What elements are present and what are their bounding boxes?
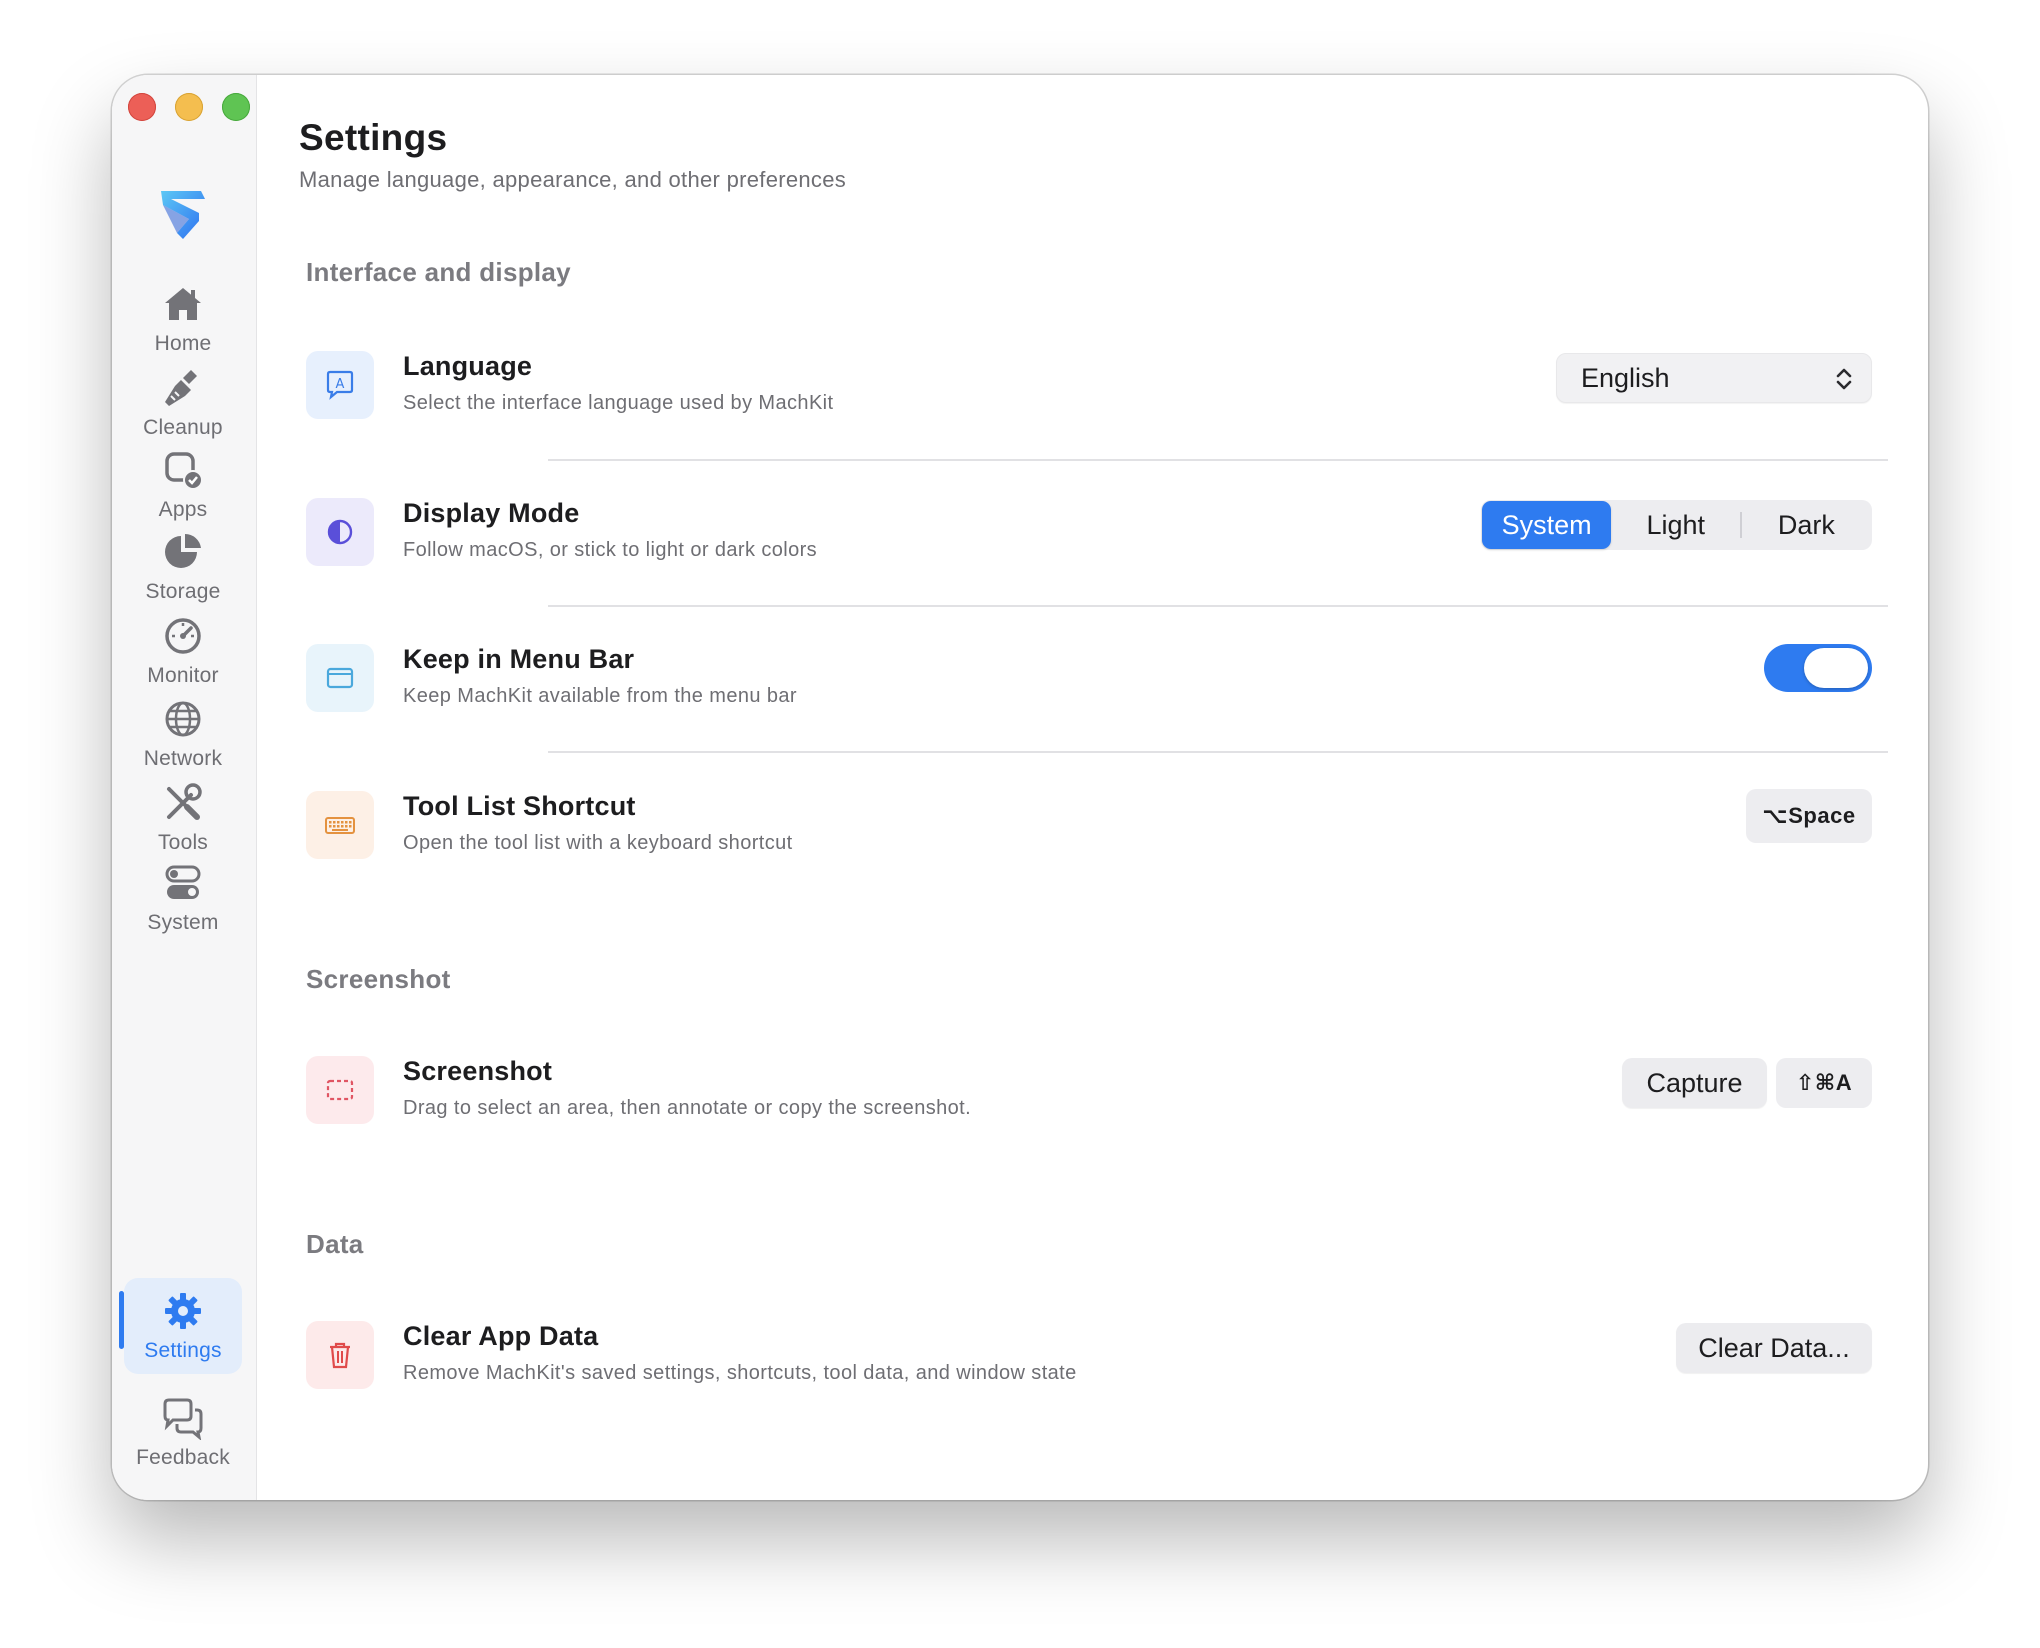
settings-pane: Settings Manage language, appearance, an… xyxy=(258,75,1928,1500)
dashed-selection-icon xyxy=(306,1056,374,1124)
language-bubble-icon: A xyxy=(306,351,374,419)
sidebar-item-label: System xyxy=(147,911,219,934)
capture-button[interactable]: Capture xyxy=(1622,1058,1767,1108)
sidebar-item-monitor[interactable]: Monitor xyxy=(124,603,242,699)
clear-data-button[interactable]: Clear Data... xyxy=(1676,1323,1872,1373)
tool-list-shortcut-recorder[interactable]: ⌥Space xyxy=(1746,789,1872,843)
app-logo xyxy=(161,191,205,239)
menu-bar-row: Keep in Menu Bar Keep MachKit available … xyxy=(306,634,1880,726)
zoom-button[interactable] xyxy=(222,93,250,121)
display-mode-option-system[interactable]: System xyxy=(1482,501,1612,549)
sidebar-item-label: Monitor xyxy=(147,664,219,687)
keyboard-icon xyxy=(306,791,374,859)
tool-list-shortcut-title: Tool List Shortcut xyxy=(403,791,636,821)
clear-app-data-description: Remove MachKit's saved settings, shortcu… xyxy=(403,1362,1077,1384)
sidebar-item-label: Home xyxy=(154,332,212,355)
language-row: A Language Select the interface language… xyxy=(306,341,1880,433)
display-mode-title: Display Mode xyxy=(403,498,580,528)
screenshot-row: Screenshot Drag to select an area, then … xyxy=(306,1046,1880,1138)
tool-list-shortcut-row: Tool List Shortcut Open the tool list wi… xyxy=(306,781,1880,873)
tool-list-shortcut-description: Open the tool list with a keyboard short… xyxy=(403,832,793,854)
trash-icon xyxy=(306,1321,374,1389)
screenshot-shortcut-recorder[interactable]: ⇧⌘A xyxy=(1776,1058,1872,1108)
window-icon xyxy=(306,644,374,712)
sidebar-item-label: Storage xyxy=(145,580,221,603)
sidebar-item-label: Network xyxy=(143,747,223,770)
sidebar-item-network[interactable]: Network xyxy=(124,686,242,782)
half-circle-icon xyxy=(306,498,374,566)
language-title: Language xyxy=(403,351,533,381)
row-divider xyxy=(548,605,1888,607)
language-select-value: English xyxy=(1581,362,1670,393)
display-mode-description: Follow macOS, or stick to light or dark … xyxy=(403,539,818,561)
minimize-button[interactable] xyxy=(175,93,203,121)
row-divider xyxy=(548,751,1888,753)
screenshot-description: Drag to select an area, then annotate or… xyxy=(403,1097,972,1119)
display-mode-row: Display Mode Follow macOS, or stick to l… xyxy=(306,488,1880,580)
sidebar-item-label: Settings xyxy=(144,1339,222,1362)
section-title-interface: Interface and display xyxy=(306,257,571,287)
sidebar: Home Cleanup Apps Storage Monitor Networ… xyxy=(112,75,257,1500)
traffic-lights xyxy=(128,93,250,121)
page-subtitle: Manage language, appearance, and other p… xyxy=(299,167,847,192)
pie-chart-icon xyxy=(165,533,201,568)
display-mode-option-light[interactable]: Light xyxy=(1611,501,1740,549)
broom-icon xyxy=(165,370,197,406)
chevron-up-down-icon xyxy=(1836,368,1852,390)
svg-text:A: A xyxy=(336,377,345,392)
toggles-icon xyxy=(165,865,201,899)
menu-bar-title: Keep in Menu Bar xyxy=(403,644,635,674)
close-button[interactable] xyxy=(128,93,156,121)
sidebar-item-label: Feedback xyxy=(136,1446,230,1469)
section-title-screenshot: Screenshot xyxy=(306,964,451,994)
gauge-icon xyxy=(165,618,201,654)
app-check-icon xyxy=(165,452,203,490)
toggle-knob xyxy=(1804,648,1868,688)
sidebar-item-system[interactable]: System xyxy=(124,850,242,946)
app-window: Home Cleanup Apps Storage Monitor Networ… xyxy=(112,75,1928,1500)
menu-bar-description: Keep MachKit available from the menu bar xyxy=(403,685,797,707)
display-mode-segmented-control: System Light Dark xyxy=(1481,500,1872,550)
screenshot-title: Screenshot xyxy=(403,1056,553,1086)
row-divider xyxy=(548,459,1888,461)
chat-bubbles-icon xyxy=(163,1398,203,1440)
gear-icon xyxy=(165,1293,201,1329)
clear-app-data-title: Clear App Data xyxy=(403,1321,599,1351)
sidebar-item-feedback[interactable]: Feedback xyxy=(124,1385,242,1481)
sidebar-item-settings[interactable]: Settings xyxy=(124,1278,242,1374)
clear-app-data-row: Clear App Data Remove MachKit's saved se… xyxy=(306,1311,1880,1403)
language-select[interactable]: English xyxy=(1556,353,1872,403)
page-title: Settings xyxy=(299,117,448,158)
globe-icon xyxy=(165,701,201,737)
display-mode-option-dark[interactable]: Dark xyxy=(1742,501,1871,549)
house-icon xyxy=(165,288,201,320)
wrench-screwdriver-icon xyxy=(167,783,202,820)
sidebar-item-storage[interactable]: Storage xyxy=(124,519,242,615)
language-description: Select the interface language used by Ma… xyxy=(403,392,834,414)
sidebar-item-home[interactable]: Home xyxy=(124,271,242,367)
menu-bar-toggle[interactable] xyxy=(1764,644,1872,692)
section-title-data: Data xyxy=(306,1229,364,1259)
